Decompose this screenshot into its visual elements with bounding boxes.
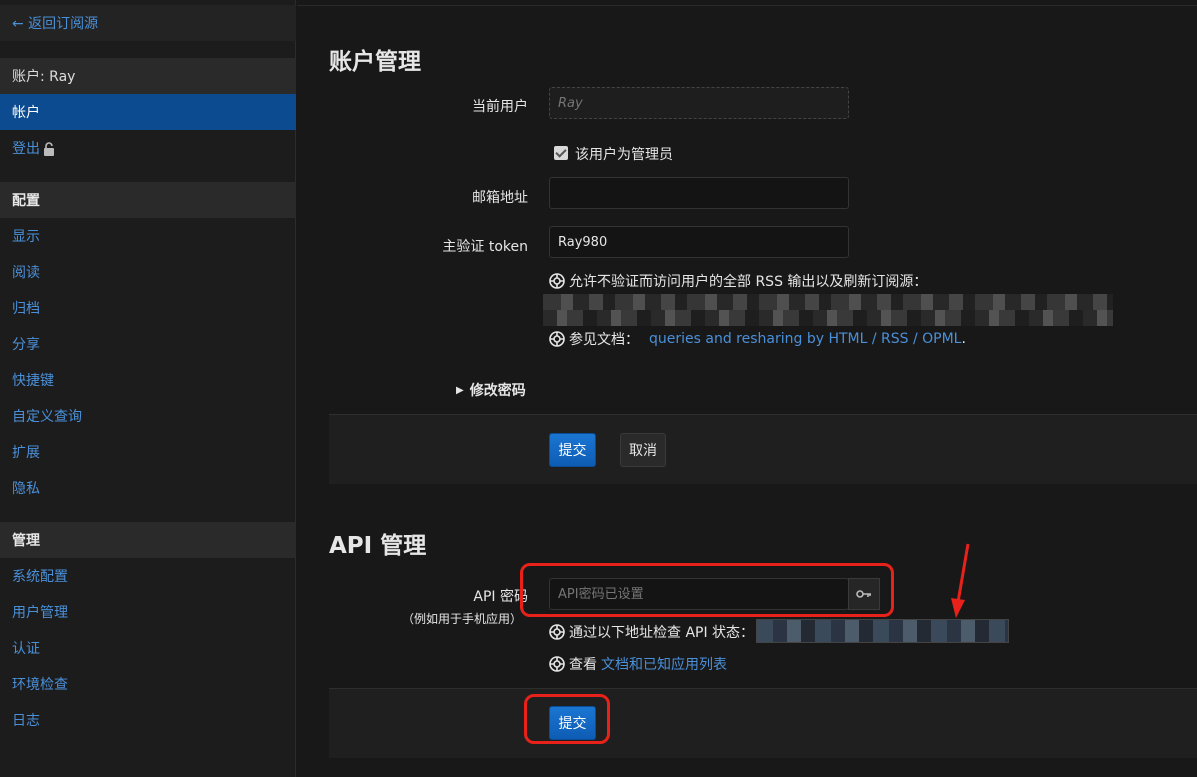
email-label: 邮箱地址 (472, 190, 528, 206)
triangle-right-icon: ▶ (456, 384, 464, 396)
api-actions-panel (329, 688, 1197, 758)
api-password-label: API 密码 (473, 589, 528, 605)
help-lifebuoy-icon (549, 656, 565, 672)
sidebar-item-reading[interactable]: 阅读 (0, 254, 296, 290)
sidebar-item-label: 显示 (12, 229, 40, 245)
sidebar-item-label: 环境检查 (12, 677, 68, 693)
api-submit-button[interactable]: 提交 (549, 706, 596, 740)
is-admin-checkbox[interactable] (554, 146, 568, 160)
sidebar-header-admin: 管理 (0, 522, 296, 558)
is-admin-label: 该用户为管理员 (575, 147, 673, 163)
show-password-button[interactable] (848, 578, 880, 610)
api-docs-help: 查看 文档和已知应用列表 (549, 654, 727, 674)
api-view-prefix: 查看 (569, 657, 597, 673)
sidebar-item-label: 分享 (12, 337, 40, 353)
sidebar-item-label: 帐户 (12, 105, 40, 121)
account-actions-panel (329, 414, 1197, 484)
redacted-api-url (756, 619, 1009, 643)
sidebar-item-label: 快捷键 (12, 373, 54, 389)
docs-prefix: 参见文档： (569, 332, 639, 348)
top-divider (297, 5, 1197, 6)
token-help: 允许不验证而访问用户的全部 RSS 输出以及刷新订阅源： (549, 271, 927, 291)
help-lifebuoy-icon (549, 331, 565, 347)
sidebar-header-account: 账户: Ray (0, 58, 296, 94)
account-submit-button[interactable]: 提交 (549, 433, 596, 467)
account-title: 账户管理 (329, 49, 421, 75)
email-field[interactable] (549, 177, 849, 209)
sidebar-item-privacy[interactable]: 隐私 (0, 470, 296, 506)
sidebar-item-account[interactable]: 帐户 (0, 94, 296, 130)
sidebar-item-system[interactable]: 系统配置 (0, 558, 296, 594)
sidebar-item-label: 系统配置 (12, 569, 68, 585)
sidebar-item-users[interactable]: 用户管理 (0, 594, 296, 630)
back-to-feeds-link[interactable]: ← 返回订阅源 (0, 5, 296, 41)
token-help-text: 允许不验证而访问用户的全部 RSS 输出以及刷新订阅源： (569, 274, 928, 290)
sidebar-header-config: 配置 (0, 182, 296, 218)
sidebar-item-label: 登出 (12, 141, 40, 157)
docs-suffix: . (961, 331, 966, 347)
token-field[interactable] (549, 226, 849, 258)
sidebar-item-label: 归档 (12, 301, 40, 317)
api-docs-link[interactable]: 文档和已知应用列表 (601, 654, 727, 674)
current-user-field (549, 87, 849, 119)
token-label: 主验证 token (442, 239, 528, 255)
api-check-help: 通过以下地址检查 API 状态： (549, 622, 754, 642)
docs-link[interactable]: queries and resharing by HTML / RSS / OP… (649, 331, 961, 347)
sidebar: ← 返回订阅源 账户: Ray 帐户 登出 配置 显示 阅读 归档 分享 快捷键… (0, 0, 296, 777)
help-lifebuoy-icon (549, 273, 565, 289)
sidebar-item-auth[interactable]: 认证 (0, 630, 296, 666)
api-password-sublabel: （例如用于手机应用） (401, 612, 522, 626)
key-icon (856, 590, 871, 598)
api-title: API 管理 (329, 533, 427, 559)
sidebar-item-label: 阅读 (12, 265, 40, 281)
sidebar-item-shortcuts[interactable]: 快捷键 (0, 362, 296, 398)
sidebar-item-check-install[interactable]: 环境检查 (0, 666, 296, 702)
sidebar-item-sharing[interactable]: 分享 (0, 326, 296, 362)
change-password-toggle[interactable]: ▶ 修改密码 (456, 380, 526, 400)
change-password-label: 修改密码 (469, 383, 526, 399)
sidebar-item-label: 用户管理 (12, 605, 68, 621)
help-lifebuoy-icon (549, 624, 565, 640)
api-password-field[interactable] (549, 578, 849, 610)
sidebar-item-logs[interactable]: 日志 (0, 702, 296, 738)
sidebar-item-label: 认证 (12, 641, 40, 657)
sidebar-item-display[interactable]: 显示 (0, 218, 296, 254)
redacted-token-url (543, 294, 1113, 326)
lock-icon (44, 142, 54, 156)
sidebar-item-extensions[interactable]: 扩展 (0, 434, 296, 470)
sidebar-item-logout[interactable]: 登出 (0, 130, 296, 166)
sidebar-item-queries[interactable]: 自定义查询 (0, 398, 296, 434)
sidebar-item-label: 隐私 (12, 481, 40, 497)
sidebar-item-label: 自定义查询 (12, 409, 82, 425)
account-cancel-button[interactable]: 取消 (620, 433, 666, 467)
docs-help: 参见文档： queries and resharing by HTML / RS… (549, 329, 966, 349)
current-user-label: 当前用户 (472, 99, 528, 115)
api-check-text: 通过以下地址检查 API 状态： (569, 625, 755, 641)
sidebar-item-label: 扩展 (12, 445, 40, 461)
sidebar-item-label: 日志 (12, 713, 40, 729)
sidebar-item-archiving[interactable]: 归档 (0, 290, 296, 326)
red-arrow-icon (951, 543, 970, 618)
